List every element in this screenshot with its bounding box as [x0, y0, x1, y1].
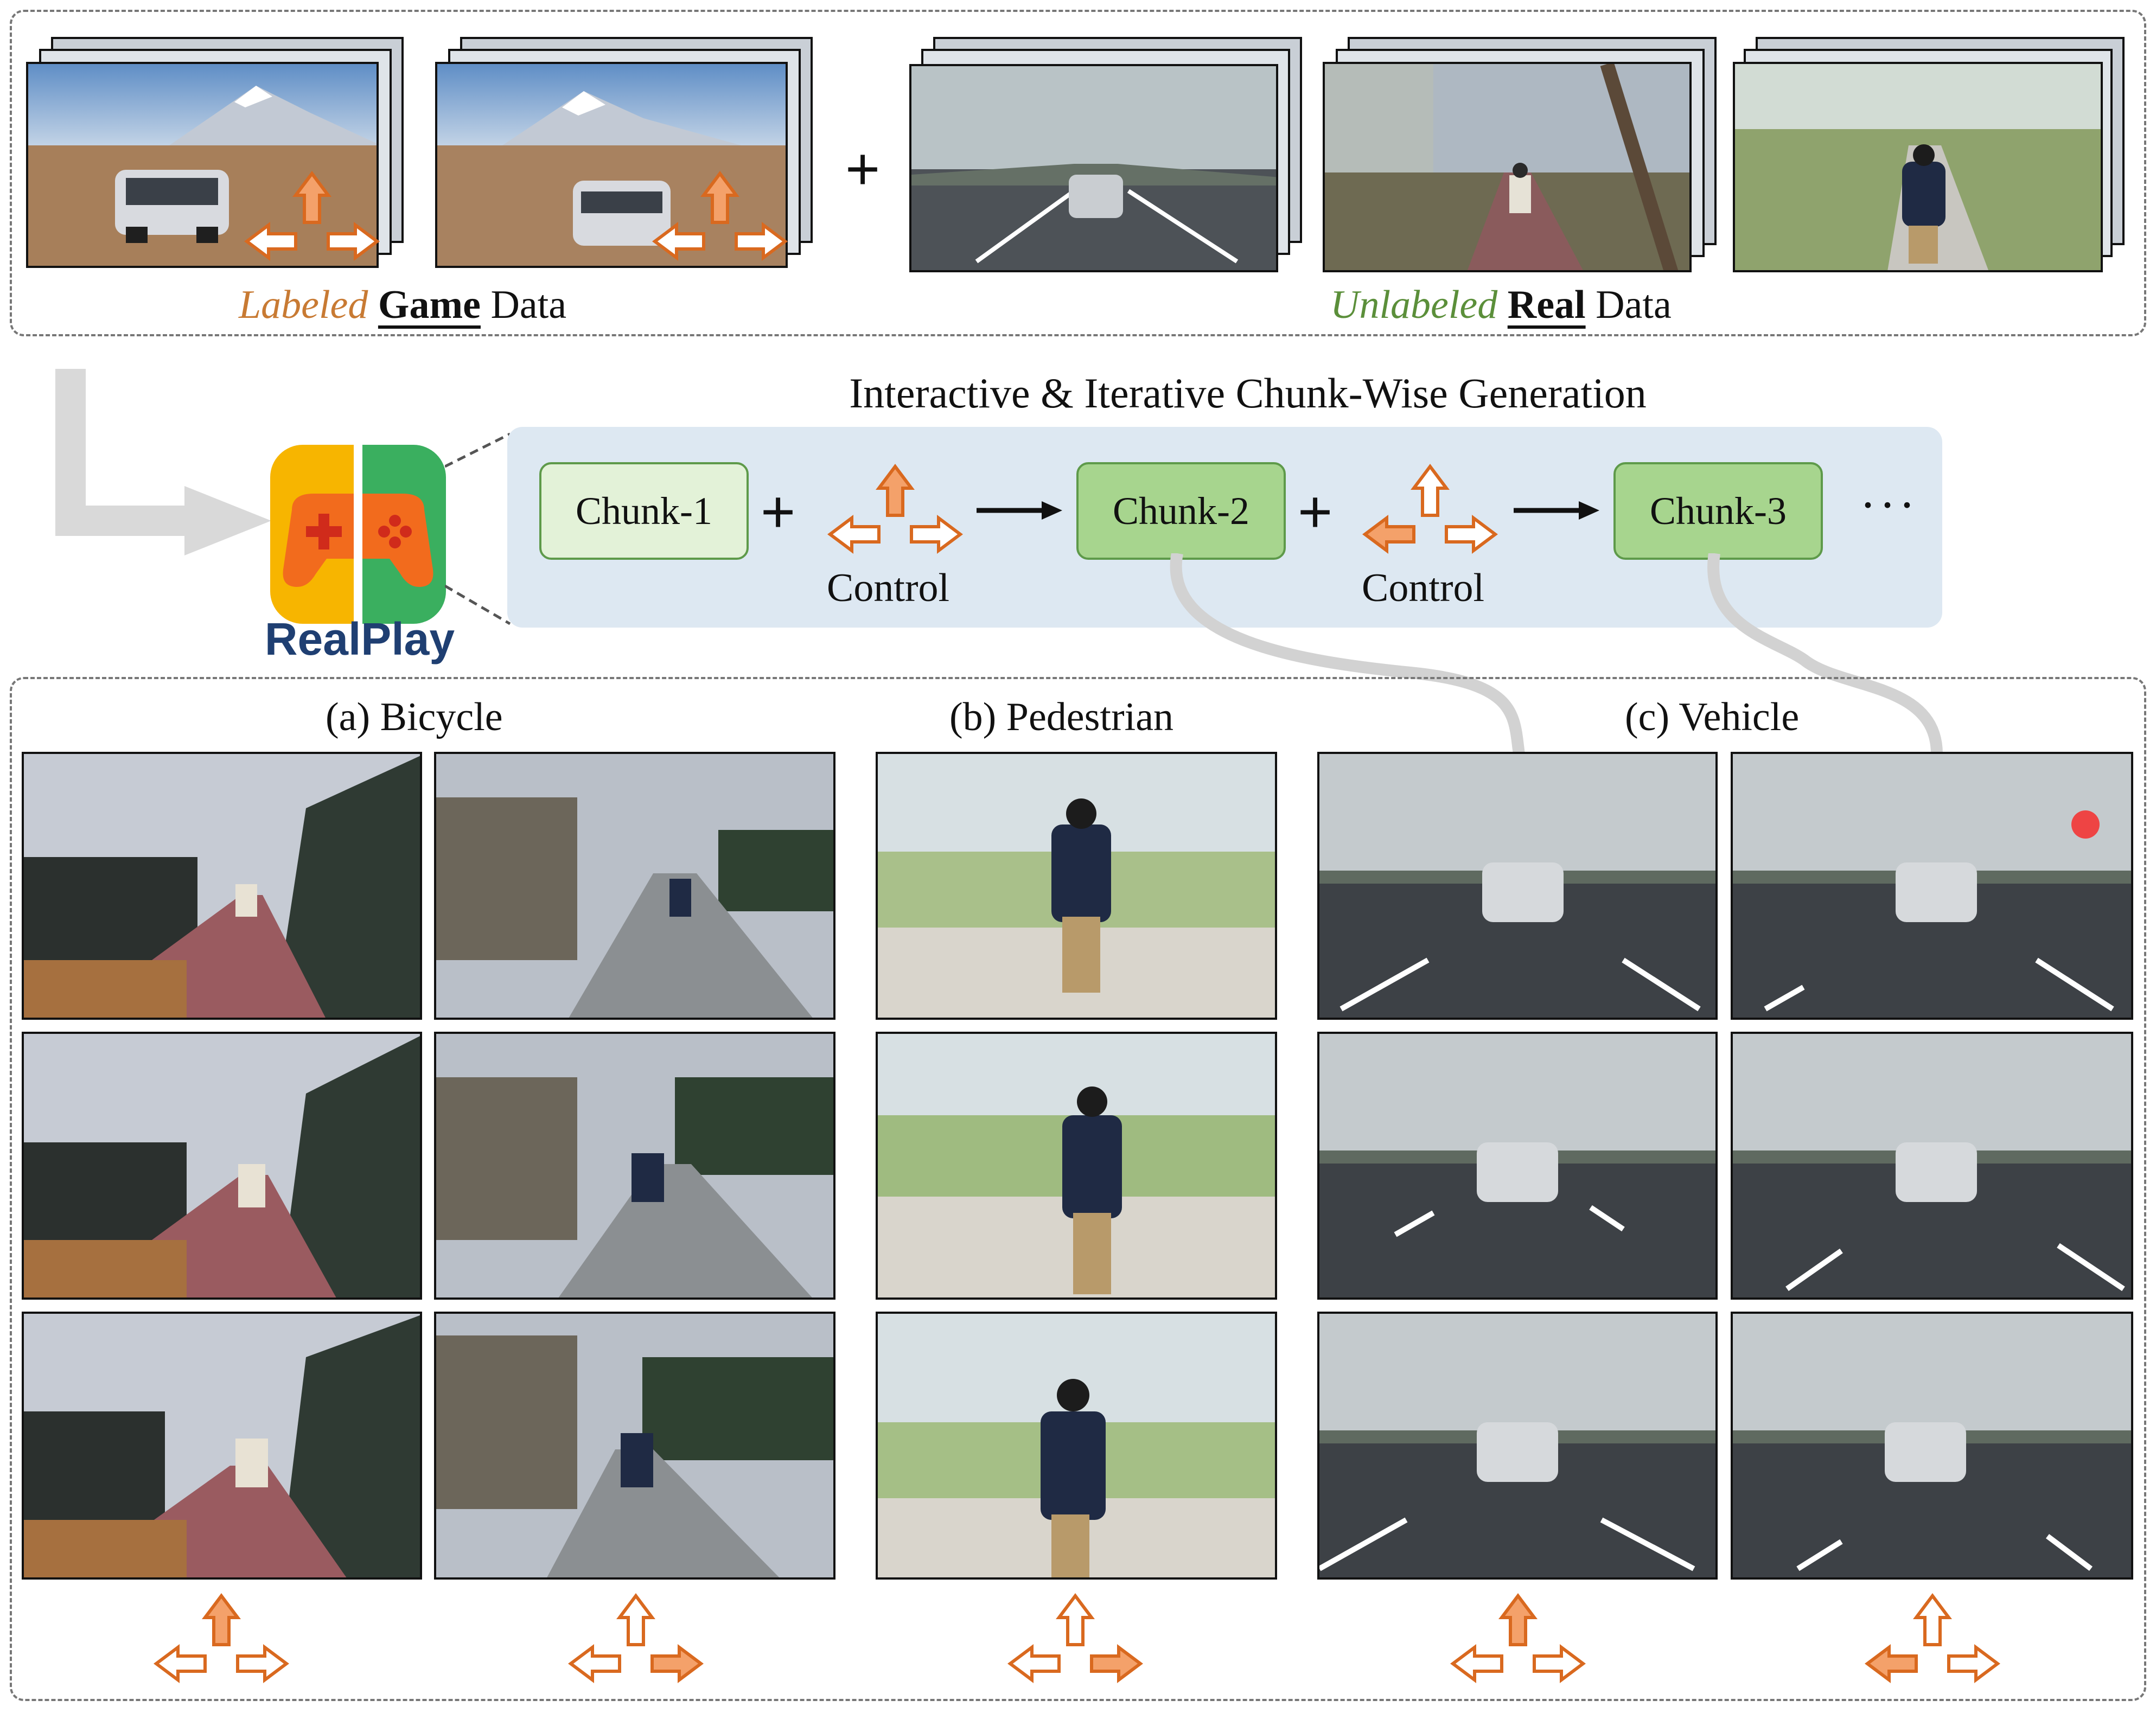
flow-plus-sign: + — [1298, 478, 1333, 545]
chunk-2-box: Chunk-2 — [1076, 462, 1286, 560]
left-arrow-icon — [244, 222, 297, 261]
realplay-logo-icon — [270, 445, 446, 624]
chunk-1-box: Chunk-1 — [539, 462, 749, 560]
flow-ellipsis: ··· — [1860, 478, 1918, 532]
left-arrow-icon — [827, 515, 881, 554]
real-pedestrian-frame — [1733, 62, 2103, 272]
labeled-game-data-caption: Labeled Game Data — [239, 283, 567, 327]
logo-zoom-lines — [445, 432, 511, 625]
right-arrow-icon — [1090, 1644, 1143, 1683]
flow-control-1-arrows — [827, 464, 963, 554]
vehicle-right-frame-1 — [1731, 752, 2133, 1020]
left-arrow-icon — [1865, 1644, 1918, 1683]
left-arrow-icon — [568, 1644, 621, 1683]
right-arrow-icon — [910, 515, 963, 554]
flow-plus-sign: + — [761, 478, 796, 545]
flow-control-2-arrows — [1362, 464, 1498, 554]
pedestrian-frame-1 — [876, 752, 1277, 1020]
pedestrian-column-title: (b) Pedestrian — [949, 695, 1174, 739]
bicycle-left-frame-2 — [22, 1032, 422, 1300]
up-arrow-icon — [616, 1593, 655, 1646]
flow-control-1-label: Control — [827, 566, 950, 610]
game-1-control-arrows — [244, 171, 380, 261]
vehicle-left-control-arrows — [1450, 1593, 1586, 1683]
right-arrow-icon — [735, 222, 788, 261]
vehicle-right-frame-2 — [1731, 1032, 2133, 1300]
right-arrow-icon — [1947, 1644, 2000, 1683]
up-arrow-icon — [1411, 464, 1450, 517]
up-arrow-icon — [1498, 1593, 1538, 1646]
left-arrow-icon — [1362, 515, 1415, 554]
real-highway-frame — [909, 64, 1278, 272]
bicycle-right-control-arrows — [568, 1593, 704, 1683]
real-bicycle-frame — [1323, 62, 1692, 272]
pedestrian-frame-2 — [876, 1032, 1277, 1300]
up-arrow-icon — [1913, 1593, 1952, 1646]
vehicle-right-frame-3 — [1731, 1312, 2133, 1580]
pedestrian-control-arrows — [1007, 1593, 1143, 1683]
left-arrow-icon — [154, 1644, 207, 1683]
bicycle-left-frame-3 — [22, 1312, 422, 1580]
right-arrow-icon — [1533, 1644, 1586, 1683]
up-arrow-icon — [292, 171, 331, 224]
right-arrow-icon — [1445, 515, 1498, 554]
up-arrow-icon — [876, 464, 915, 517]
realplay-logo-text: RealPlay — [264, 613, 455, 664]
vehicle-left-frame-2 — [1317, 1032, 1718, 1300]
training-flow-arrow — [55, 369, 271, 555]
flow-next-arrow — [1514, 501, 1599, 520]
flow-next-arrow — [977, 501, 1062, 520]
bicycle-right-frame-2 — [434, 1032, 835, 1300]
bicycle-right-frame-3 — [434, 1312, 835, 1580]
left-arrow-icon — [1450, 1644, 1503, 1683]
pedestrian-frame-3 — [876, 1312, 1277, 1580]
up-arrow-icon — [1056, 1593, 1095, 1646]
unlabeled-real-data-caption: Unlabeled Real Data — [1330, 283, 1672, 327]
right-arrow-icon — [327, 222, 380, 261]
flow-title: Interactive & Iterative Chunk-Wise Gener… — [849, 369, 1647, 417]
right-arrow-icon — [236, 1644, 289, 1683]
bicycle-left-control-arrows — [154, 1593, 289, 1683]
up-arrow-icon — [202, 1593, 241, 1646]
bicycle-right-frame-1 — [434, 752, 835, 1020]
bicycle-left-frame-1 — [22, 752, 422, 1020]
game-2-control-arrows — [652, 171, 788, 261]
vehicle-right-control-arrows — [1865, 1593, 2000, 1683]
left-arrow-icon — [1007, 1644, 1061, 1683]
right-arrow-icon — [650, 1644, 704, 1683]
vehicle-left-frame-1 — [1317, 752, 1718, 1020]
bicycle-column-title: (a) Bicycle — [326, 695, 503, 739]
data-plus-sign: + — [845, 136, 881, 202]
up-arrow-icon — [700, 171, 739, 224]
left-arrow-icon — [652, 222, 705, 261]
vehicle-left-frame-3 — [1317, 1312, 1718, 1580]
vehicle-column-title: (c) Vehicle — [1625, 695, 1800, 739]
chunk-3-box: Chunk-3 — [1613, 462, 1823, 560]
